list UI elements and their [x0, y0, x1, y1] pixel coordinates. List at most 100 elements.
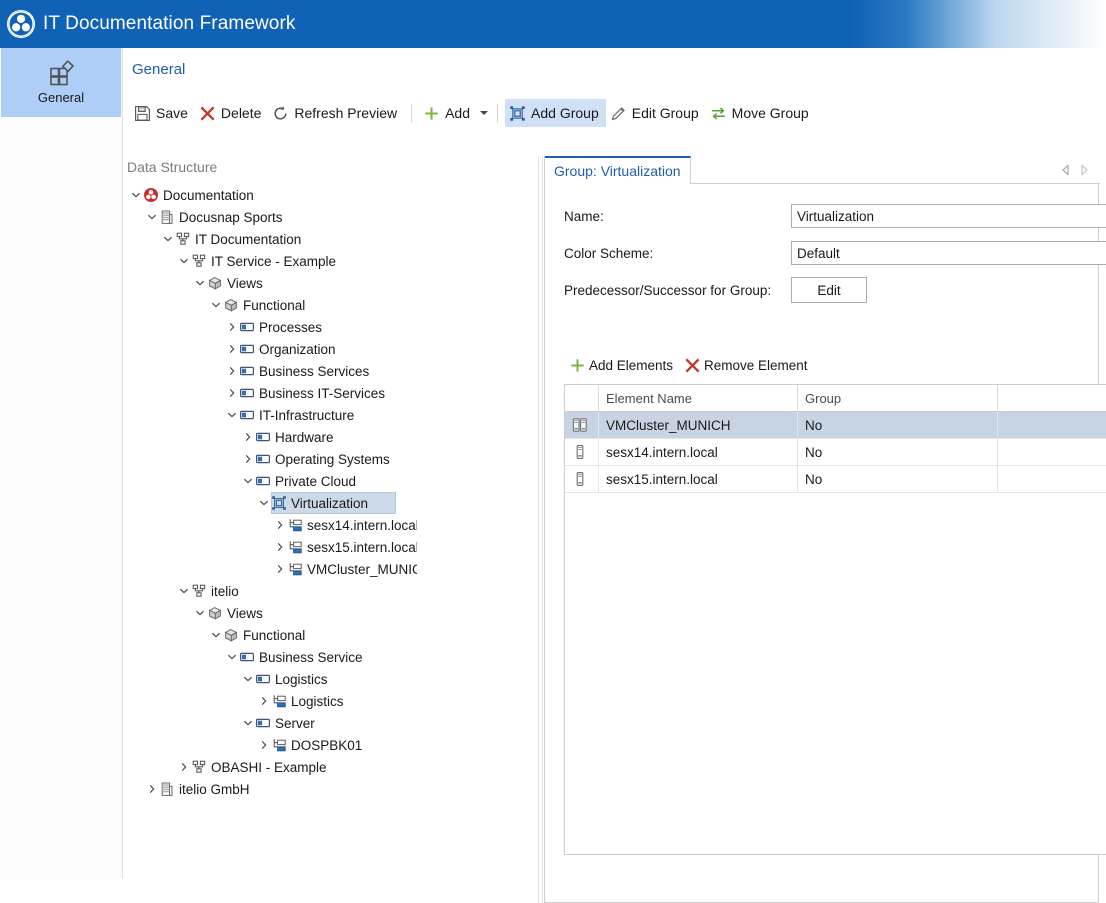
tree-node[interactable]: Business Services — [123, 360, 417, 382]
triangle-left-icon[interactable] — [1060, 164, 1072, 176]
tree-node[interactable]: Organization — [123, 338, 417, 360]
tree-node[interactable]: itelio — [123, 580, 417, 602]
tree-expander[interactable] — [225, 338, 239, 360]
tree-node[interactable]: Logistics — [123, 668, 417, 690]
tree-node[interactable]: Server — [123, 712, 417, 734]
tree-node[interactable]: Documentation — [123, 184, 417, 206]
chevron-right-icon[interactable] — [227, 344, 237, 354]
tree-expander[interactable] — [193, 272, 207, 294]
add-elements-button[interactable]: Add Elements — [569, 357, 673, 374]
chevron-right-icon[interactable] — [227, 366, 237, 376]
edit-group-button[interactable]: Edit Group — [606, 99, 706, 127]
element-name-cell[interactable]: sesx15.intern.local — [599, 466, 798, 493]
element-name-cell[interactable]: sesx14.intern.local — [599, 439, 798, 466]
refresh-preview-button[interactable]: Refresh Preview — [268, 99, 404, 127]
tree-expander[interactable] — [273, 558, 287, 580]
breadcrumb[interactable]: General — [132, 61, 185, 78]
tree-expander[interactable] — [177, 250, 191, 272]
extra-cell[interactable] — [998, 439, 1106, 466]
chevron-down-icon[interactable] — [211, 300, 221, 310]
chevron-right-icon[interactable] — [147, 784, 157, 794]
tree-expander[interactable] — [241, 448, 255, 470]
tree-node[interactable]: VMCluster_MUNICH — [123, 558, 417, 580]
chevron-right-icon[interactable] — [227, 322, 237, 332]
edit-predecessor-button[interactable]: Edit — [791, 277, 867, 303]
tree-expander[interactable] — [241, 426, 255, 448]
remove-element-button[interactable]: Remove Element — [684, 357, 808, 374]
tree-expander[interactable] — [177, 756, 191, 778]
chevron-down-icon[interactable] — [243, 674, 253, 684]
grid-body[interactable]: VMCluster_MUNICH No sesx14.intern.local No s… — [565, 412, 1106, 493]
chevron-right-icon[interactable] — [259, 696, 269, 706]
tree-expander[interactable] — [161, 228, 175, 250]
chevron-down-icon[interactable] — [179, 586, 189, 596]
chevron-down-icon[interactable] — [179, 256, 189, 266]
table-row[interactable]: sesx15.intern.local No — [565, 466, 1106, 493]
tree-expander[interactable] — [225, 382, 239, 404]
add-button[interactable]: Add — [419, 99, 477, 127]
chevron-right-icon[interactable] — [275, 564, 285, 574]
chevron-down-icon[interactable] — [163, 234, 173, 244]
chevron-right-icon[interactable] — [243, 454, 253, 464]
tree-expander[interactable] — [177, 580, 191, 602]
tree-node[interactable]: IT Service - Example — [123, 250, 417, 272]
chevron-right-icon[interactable] — [259, 740, 269, 750]
chevron-right-icon[interactable] — [227, 388, 237, 398]
chevron-down-icon[interactable] — [131, 190, 141, 200]
chevron-down-icon[interactable] — [147, 212, 157, 222]
tree-node[interactable]: Docusnap Sports — [123, 206, 417, 228]
tree-node[interactable]: Views — [123, 602, 417, 624]
tree-node[interactable]: Hardware — [123, 426, 417, 448]
element-name-cell[interactable]: VMCluster_MUNICH — [599, 412, 798, 439]
tree-expander[interactable] — [145, 778, 159, 800]
tree-node[interactable]: DOSPBK01 — [123, 734, 417, 756]
delete-button[interactable]: Delete — [195, 99, 268, 127]
tree-node[interactable]: Business IT-Services — [123, 382, 417, 404]
tree-expander[interactable] — [225, 646, 239, 668]
tree-node[interactable]: Processes — [123, 316, 417, 338]
chevron-down-icon[interactable] — [227, 652, 237, 662]
tree-node[interactable]: Business Service — [123, 646, 417, 668]
data-structure-tree[interactable]: Documentation Docusnap Sports IT Documenta… — [123, 184, 417, 800]
tree-expander[interactable] — [209, 294, 223, 316]
chevron-down-icon[interactable] — [211, 630, 221, 640]
tree-expander[interactable] — [257, 734, 271, 756]
tree-expander[interactable] — [273, 514, 287, 536]
tree-node[interactable]: OBASHI - Example — [123, 756, 417, 778]
chevron-right-icon[interactable] — [179, 762, 189, 772]
chevron-right-icon[interactable] — [275, 542, 285, 552]
move-group-button[interactable]: Move Group — [706, 99, 816, 127]
tree-node[interactable]: Views — [123, 272, 417, 294]
group-cell[interactable]: No — [798, 466, 998, 493]
chevron-down-icon[interactable] — [195, 278, 205, 288]
panel-splitter[interactable] — [538, 156, 543, 903]
tree-expander[interactable] — [257, 492, 271, 514]
tree-expander[interactable] — [273, 536, 287, 558]
tree-expander[interactable] — [193, 602, 207, 624]
tree-expander[interactable] — [241, 668, 255, 690]
tree-node[interactable]: Functional — [123, 624, 417, 646]
tree-node[interactable]: IT Documentation — [123, 228, 417, 250]
tree-node[interactable]: sesx15.intern.local — [123, 536, 417, 558]
tree-node[interactable]: Operating Systems — [123, 448, 417, 470]
tree-node[interactable]: itelio GmbH — [123, 778, 417, 800]
tree-expander[interactable] — [241, 712, 255, 734]
table-row[interactable]: sesx14.intern.local No — [565, 439, 1106, 466]
extra-cell[interactable] — [998, 412, 1106, 439]
chevron-down-icon[interactable] — [243, 718, 253, 728]
chevron-down-icon[interactable] — [227, 410, 237, 420]
tree-expander[interactable] — [145, 206, 159, 228]
tree-expander[interactable] — [129, 184, 143, 206]
extra-cell[interactable] — [998, 466, 1106, 493]
tree-node[interactable]: Logistics — [123, 690, 417, 712]
sidebar-item-general[interactable]: General — [1, 48, 121, 117]
grid-column-header[interactable] — [565, 385, 599, 412]
color-scheme-select[interactable]: Default — [791, 241, 1106, 265]
chevron-down-icon[interactable] — [195, 608, 205, 618]
tree-node[interactable]: Functional — [123, 294, 417, 316]
save-button[interactable]: Save — [130, 99, 195, 127]
chevron-down-icon[interactable] — [259, 498, 269, 508]
tree-expander[interactable] — [209, 624, 223, 646]
grid-column-header[interactable]: Element Name — [599, 385, 798, 412]
tree-node[interactable]: Private Cloud — [123, 470, 417, 492]
